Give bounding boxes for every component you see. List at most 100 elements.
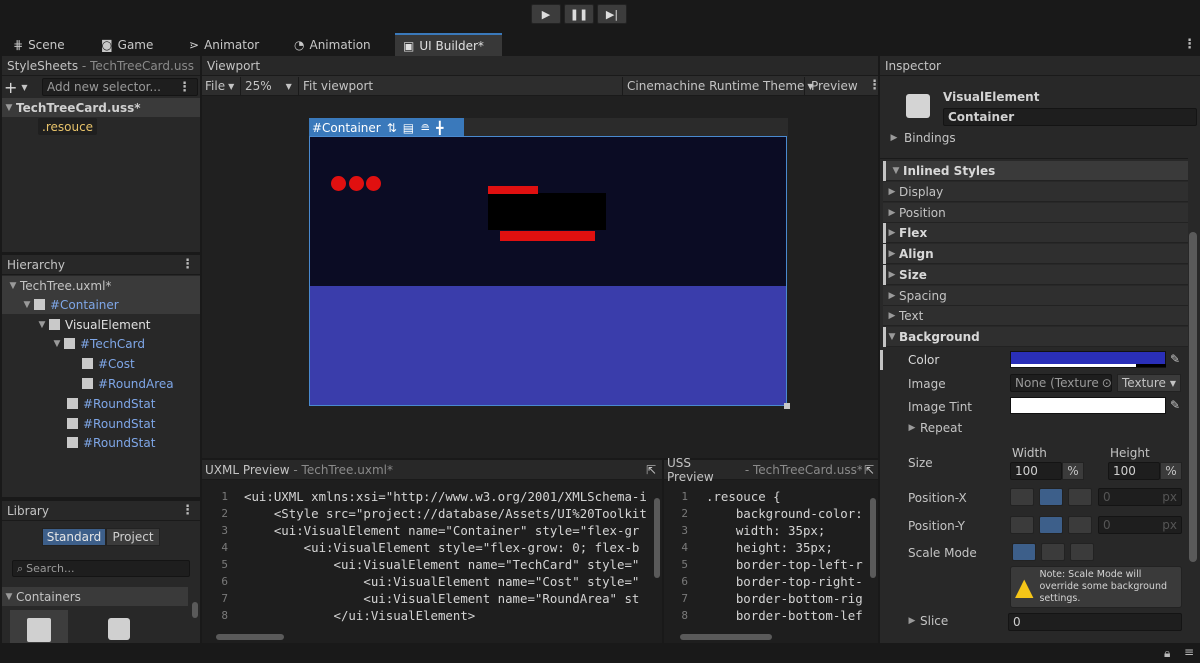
round-stat-dot[interactable]	[331, 176, 346, 191]
tree-item-roundstat[interactable]: #RoundStat	[2, 414, 155, 433]
hierarchy-menu-icon[interactable]: ⋮	[181, 258, 194, 271]
align-foldout[interactable]: ▶ Align	[883, 244, 1188, 264]
slice-value: 0	[1013, 615, 1021, 629]
align-top-icon[interactable]	[1010, 516, 1034, 534]
size-foldout[interactable]: ▶ Size	[883, 265, 1188, 285]
tab-project[interactable]: Project	[106, 528, 160, 546]
open-external-icon[interactable]: ⇱	[646, 463, 656, 477]
width-field[interactable]: 100	[1010, 462, 1062, 480]
round-stat-dot[interactable]	[366, 176, 381, 191]
image-tint-field[interactable]	[1010, 397, 1166, 414]
height-unit[interactable]: %	[1160, 462, 1182, 480]
library-item-visualelement[interactable]	[10, 610, 68, 643]
canvas-container[interactable]	[309, 136, 790, 409]
tree-item-roundstat[interactable]: #RoundStat	[2, 433, 155, 452]
tree-item-visualelement[interactable]: ▼ VisualElement	[2, 315, 151, 334]
repeat-foldout[interactable]: ▶ Repeat	[908, 421, 963, 435]
preview-toggle[interactable]: Preview	[804, 77, 864, 95]
image-object-field[interactable]: None (Texture ⊙	[1010, 374, 1112, 392]
uxml-code[interactable]: <ui:UXML xmlns:xsi="http://www.w3.org/20…	[244, 489, 650, 625]
bindings-foldout[interactable]: ▶ Bindings	[890, 131, 956, 145]
theme-dropdown[interactable]: Cinemachine Runtime Theme ▼	[622, 77, 818, 95]
pause-button[interactable]: ❚❚	[564, 4, 594, 24]
inspector-scrollbar[interactable]	[1189, 232, 1197, 562]
height-field[interactable]: 100	[1108, 462, 1160, 480]
width-unit[interactable]: %	[1062, 462, 1084, 480]
file-menu[interactable]: File ▼	[205, 77, 234, 95]
tab-game[interactable]: ◙ Game	[93, 33, 161, 56]
stretch-to-fill-icon[interactable]	[1012, 543, 1036, 561]
open-external-icon[interactable]: ⇱	[864, 463, 874, 477]
cost-bar[interactable]	[488, 186, 538, 194]
scale-to-fit-icon[interactable]	[1070, 543, 1094, 561]
align-bottom-icon[interactable]	[1068, 516, 1092, 534]
inlined-styles-foldout[interactable]: ▼ Inlined Styles	[883, 161, 1188, 181]
step-button[interactable]: ▶|	[597, 4, 627, 24]
tree-item-cost[interactable]: #Cost	[2, 354, 135, 373]
selector-chip[interactable]: .resouce	[38, 118, 98, 135]
uxml-vertical-scrollbar[interactable]	[654, 498, 660, 578]
element-name-field[interactable]: Container	[943, 108, 1197, 126]
play-button[interactable]: ▶	[531, 4, 561, 24]
container-label[interactable]: #Container ⇅ ▤ ≘ ╋	[309, 118, 464, 137]
eyedropper-icon[interactable]: ✎	[1170, 352, 1180, 366]
position-y-field[interactable]: 0 px	[1098, 516, 1182, 534]
slice-field[interactable]: 0	[1008, 613, 1182, 631]
uss-code[interactable]: .resouce { background-color: width: 35px…	[706, 489, 868, 625]
lock-icon[interactable]: 🔒︎	[1164, 646, 1170, 661]
image-type-dropdown[interactable]: Texture ▼	[1117, 374, 1181, 392]
display-foldout[interactable]: ▶ Display	[883, 182, 1188, 202]
background-foldout[interactable]: ▼ Background	[883, 327, 1188, 347]
text-foldout[interactable]: ▶ Text	[883, 306, 1188, 326]
selector-menu-icon[interactable]: ⋮	[178, 81, 191, 94]
tab-scene[interactable]: ⋕ Scene	[5, 33, 73, 56]
uss-horizontal-scrollbar[interactable]	[680, 634, 772, 640]
fit-viewport-button[interactable]: Fit viewport	[298, 77, 377, 95]
add-stylesheet-button[interactable]: + ▼	[4, 78, 38, 97]
color-field[interactable]	[1010, 351, 1166, 368]
align-center-icon[interactable]	[1039, 488, 1063, 506]
round-stat-dot[interactable]	[349, 176, 364, 191]
tree-item-roundarea[interactable]: #RoundArea	[2, 374, 174, 393]
selector-placeholder: Add new selector...	[47, 80, 161, 94]
card-body[interactable]	[488, 193, 606, 230]
spacing-foldout[interactable]: ▶ Spacing	[883, 286, 1188, 306]
slice-foldout[interactable]: ▶ Slice	[908, 614, 949, 628]
tree-item-roundstat[interactable]: #RoundStat	[2, 394, 155, 413]
tech-card[interactable]	[310, 137, 786, 286]
flex-foldout[interactable]: ▶ Flex	[883, 223, 1188, 243]
tab-animator[interactable]: ⋗ Animator	[181, 33, 267, 56]
position-x-field[interactable]: 0 px	[1098, 488, 1182, 506]
round-area-bar[interactable]	[500, 231, 595, 241]
tree-item-container[interactable]: ▼ #Container	[2, 295, 200, 314]
align-middle-icon[interactable]	[1039, 516, 1063, 534]
library-search-input[interactable]: ⌕ Search...	[12, 560, 190, 577]
align-left-icon[interactable]	[1010, 488, 1034, 506]
zoom-dropdown[interactable]: 25% ▼	[240, 77, 296, 95]
layers-icon[interactable]: ≡	[1184, 645, 1194, 659]
tab-animation[interactable]: ◔ Animation	[286, 33, 379, 56]
library-scrollbar[interactable]	[192, 602, 198, 618]
sort-icon[interactable]: ⇅	[387, 121, 397, 135]
stylesheet-row[interactable]: ▼ TechTreeCard.uss*	[2, 98, 200, 117]
uxml-horizontal-scrollbar[interactable]	[216, 634, 284, 640]
tree-item-root[interactable]: ▼ TechTree.uxml*	[2, 276, 200, 295]
uss-vertical-scrollbar[interactable]	[870, 498, 876, 578]
align-center-icon[interactable]: ≘	[420, 121, 430, 135]
eyedropper-icon[interactable]: ✎	[1170, 398, 1180, 412]
position-foldout[interactable]: ▶ Position	[883, 203, 1188, 223]
resize-handle[interactable]	[784, 403, 790, 409]
scale-and-crop-icon[interactable]	[1041, 543, 1065, 561]
tab-ui-builder[interactable]: ▣ UI Builder*	[395, 33, 502, 56]
scrollview-icon[interactable]	[108, 618, 130, 640]
align-icon[interactable]: ▤	[403, 121, 414, 135]
pin-icon[interactable]: ╋	[436, 121, 443, 135]
target-icon[interactable]: ⊙	[1102, 376, 1111, 390]
containers-section[interactable]: ▼ Containers	[2, 587, 188, 606]
tab-standard[interactable]: Standard	[42, 528, 106, 546]
tree-item-techcard[interactable]: ▼ #TechCard	[2, 334, 145, 353]
library-menu-icon[interactable]: ⋮	[181, 504, 194, 517]
tabbar-menu-icon[interactable]: ⋮	[1183, 38, 1196, 51]
align-right-icon[interactable]	[1068, 488, 1092, 506]
add-selector-input[interactable]: Add new selector... ⋮	[42, 78, 198, 96]
